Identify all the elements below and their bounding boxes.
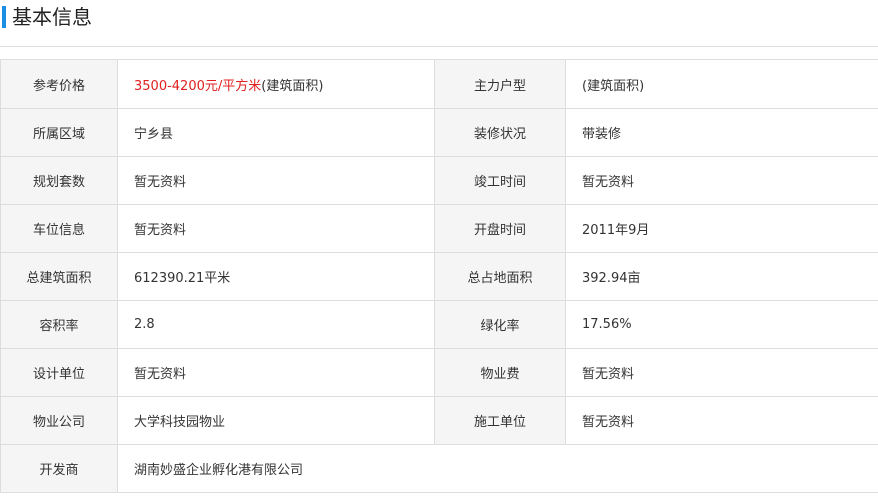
label-district: 所属区域 (0, 108, 118, 157)
value-opening-time: 2011年9月 (565, 204, 878, 253)
value-completion-time: 暂无资料 (565, 156, 878, 205)
table-row: 车位信息 暂无资料 开盘时间 2011年9月 (0, 204, 878, 253)
section-header: 基本信息 (0, 0, 878, 47)
label-green-ratio: 绿化率 (434, 300, 566, 349)
table-row: 物业公司 大学科技园物业 施工单位 暂无资料 (0, 396, 878, 445)
value-property-company: 大学科技园物业 (117, 396, 435, 445)
table-row: 总建筑面积 612390.21平米 总占地面积 392.94亩 (0, 252, 878, 301)
table-row: 参考价格 3500-4200元/平方米(建筑面积) 主力户型 (建筑面积) (0, 59, 878, 109)
value-plot-ratio: 2.8 (117, 300, 435, 349)
label-opening-time: 开盘时间 (434, 204, 566, 253)
table-row: 开发商 湖南妙盛企业孵化港有限公司 (0, 444, 878, 493)
label-parking: 车位信息 (0, 204, 118, 253)
label-total-floor-area: 总建筑面积 (0, 252, 118, 301)
table-row: 规划套数 暂无资料 竣工时间 暂无资料 (0, 156, 878, 205)
label-property-company: 物业公司 (0, 396, 118, 445)
label-completion-time: 竣工时间 (434, 156, 566, 205)
value-construction-firm: 暂无资料 (565, 396, 878, 445)
value-decoration: 带装修 (565, 108, 878, 157)
price-text: 3500-4200元/平方米 (134, 78, 262, 94)
label-developer: 开发商 (0, 444, 118, 493)
value-parking: 暂无资料 (117, 204, 435, 253)
label-property-fee: 物业费 (434, 348, 566, 397)
label-decoration: 装修状况 (434, 108, 566, 157)
value-design-firm: 暂无资料 (117, 348, 435, 397)
label-reference-price: 参考价格 (0, 59, 118, 109)
label-main-unit-type: 主力户型 (434, 59, 566, 109)
table-row: 容积率 2.8 绿化率 17.56% (0, 300, 878, 349)
value-total-floor-area: 612390.21平米 (117, 252, 435, 301)
section-accent-bar (2, 6, 6, 28)
value-green-ratio: 17.56% (565, 300, 878, 349)
value-reference-price: 3500-4200元/平方米(建筑面积) (117, 59, 435, 109)
value-planned-units: 暂无资料 (117, 156, 435, 205)
value-developer: 湖南妙盛企业孵化港有限公司 (117, 444, 878, 493)
value-property-fee: 暂无资料 (565, 348, 878, 397)
label-construction-firm: 施工单位 (434, 396, 566, 445)
price-area-note: (建筑面积) (261, 78, 324, 94)
section-title: 基本信息 (12, 5, 92, 29)
label-total-land-area: 总占地面积 (434, 252, 566, 301)
value-total-land-area: 392.94亩 (565, 252, 878, 301)
value-district: 宁乡县 (117, 108, 435, 157)
basic-info-table: 参考价格 3500-4200元/平方米(建筑面积) 主力户型 (建筑面积) 所属… (0, 59, 878, 493)
label-plot-ratio: 容积率 (0, 300, 118, 349)
table-row: 所属区域 宁乡县 装修状况 带装修 (0, 108, 878, 157)
label-design-firm: 设计单位 (0, 348, 118, 397)
label-planned-units: 规划套数 (0, 156, 118, 205)
value-main-unit-type: (建筑面积) (565, 59, 878, 109)
table-row: 设计单位 暂无资料 物业费 暂无资料 (0, 348, 878, 397)
